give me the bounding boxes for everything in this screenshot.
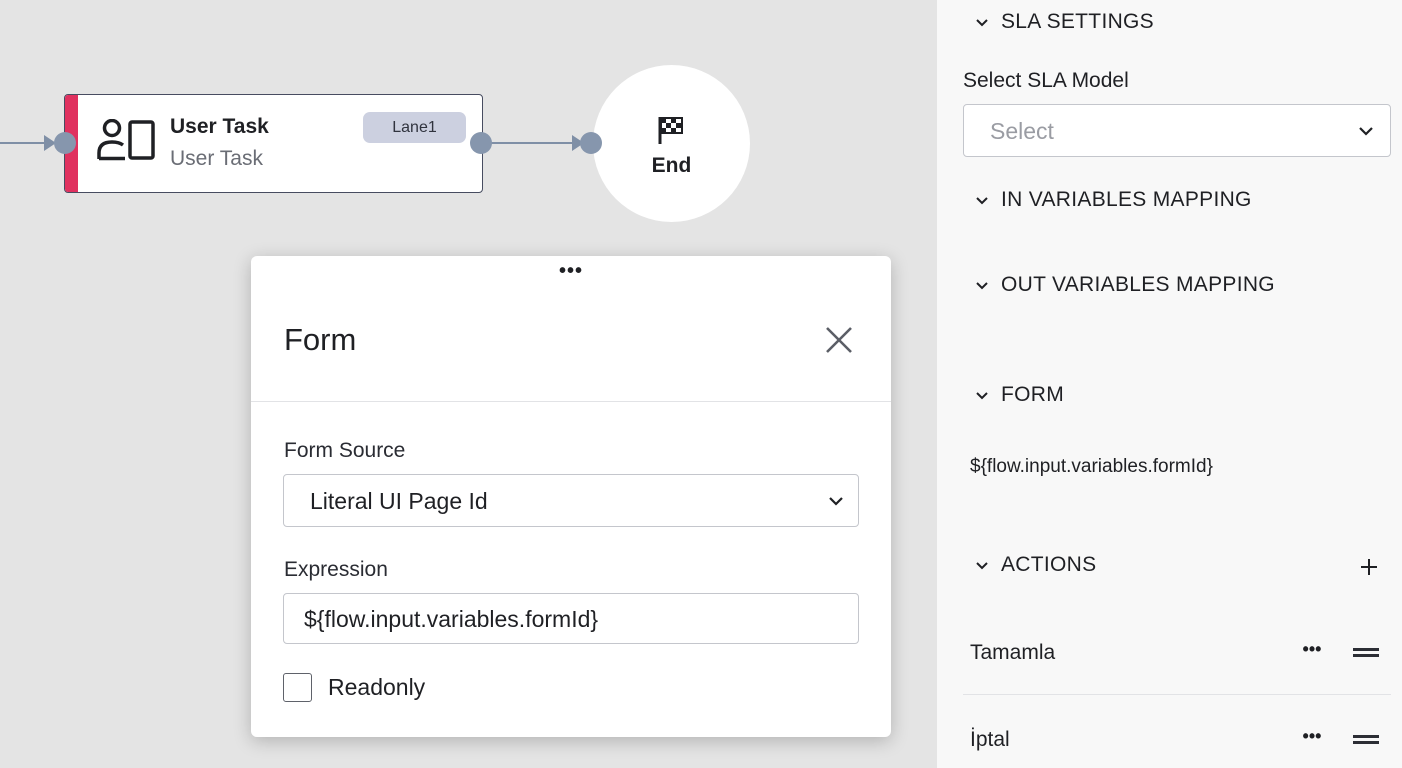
form-source-label: Form Source	[284, 439, 406, 462]
task-output-port[interactable]	[470, 132, 492, 154]
more-horizontal-icon[interactable]: •••	[1300, 727, 1324, 748]
sla-model-label: Select SLA Model	[963, 69, 1129, 92]
chevron-down-icon	[829, 497, 843, 506]
section-label: OUT VARIABLES MAPPING	[1001, 273, 1275, 296]
user-task-node[interactable]: User Task User Task Lane1	[64, 94, 483, 193]
section-label: SLA SETTINGS	[1001, 10, 1154, 33]
chevron-down-icon	[976, 562, 988, 570]
properties-panel: SLA SETTINGS Select SLA Model Select IN …	[937, 0, 1402, 768]
drag-handle-icon[interactable]	[1353, 644, 1379, 660]
action-divider	[963, 694, 1391, 695]
task-subtitle: User Task	[170, 147, 263, 170]
plus-icon[interactable]	[1357, 555, 1381, 579]
end-label: End	[651, 154, 692, 177]
chevron-down-icon	[976, 282, 988, 290]
close-icon[interactable]	[821, 322, 857, 358]
form-expression-value: ${flow.input.variables.formId}	[970, 456, 1213, 477]
action-item[interactable]: İptal •••	[963, 706, 1391, 768]
section-label: IN VARIABLES MAPPING	[1001, 188, 1252, 211]
expression-label: Expression	[284, 558, 388, 581]
chevron-down-icon	[976, 197, 988, 205]
sla-model-placeholder: Select	[990, 118, 1054, 144]
more-horizontal-icon[interactable]: •••	[551, 261, 591, 284]
more-horizontal-icon[interactable]: •••	[1300, 640, 1324, 661]
action-item[interactable]: Tamamla •••	[963, 619, 1391, 695]
task-input-port[interactable]	[54, 132, 76, 154]
chevron-down-icon	[976, 19, 988, 27]
user-task-icon	[97, 119, 155, 161]
checkered-flag-icon	[658, 117, 683, 144]
section-label: ACTIONS	[1001, 553, 1097, 576]
task-to-end-connector[interactable]	[490, 142, 585, 144]
form-dialog: ••• Form Form Source Literal UI Page Id …	[251, 256, 891, 737]
expression-input[interactable]: ${flow.input.variables.formId}	[283, 593, 859, 644]
form-source-select[interactable]: Literal UI Page Id	[283, 474, 859, 527]
dialog-divider	[251, 401, 891, 402]
expression-value: ${flow.input.variables.formId}	[304, 606, 599, 632]
sla-model-select[interactable]: Select	[963, 104, 1391, 157]
form-source-value: Literal UI Page Id	[310, 488, 488, 514]
end-event-node[interactable]: End	[593, 65, 750, 222]
chevron-down-icon	[976, 392, 988, 400]
action-label: Tamamla	[970, 641, 1056, 664]
dialog-title: Form	[284, 322, 357, 357]
readonly-checkbox[interactable]	[283, 673, 312, 702]
lane-badge: Lane1	[363, 112, 466, 143]
readonly-label[interactable]: Readonly	[328, 674, 425, 701]
action-label: İptal	[970, 728, 1010, 751]
task-title: User Task	[170, 115, 269, 138]
chevron-down-icon	[1359, 127, 1373, 136]
drag-handle-icon[interactable]	[1353, 731, 1379, 747]
end-input-port[interactable]	[580, 132, 602, 154]
section-label: FORM	[1001, 383, 1065, 406]
